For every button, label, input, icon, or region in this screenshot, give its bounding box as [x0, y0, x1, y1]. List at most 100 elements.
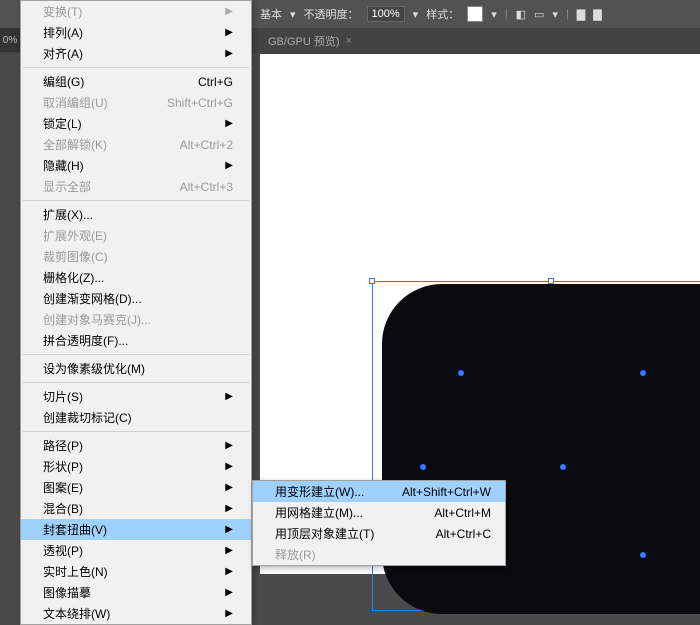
menu-item-label: 创建裁切标记(C) [43, 409, 132, 426]
menu-item-label: 创建渐变网格(D)... [43, 290, 142, 307]
menu-item-shortcut: Alt+Ctrl+2 [180, 138, 233, 152]
style-label: 样式： [426, 6, 459, 22]
menu-item-rasterize[interactable]: 栅格化(Z)... [21, 267, 251, 288]
menu-item-transform: 变换(T) ▶ [21, 1, 251, 22]
menu-item-label: 扩展外观(E) [43, 227, 107, 244]
tab-label: GB/GPU 预览) [268, 33, 340, 49]
menu-item-expand[interactable]: 扩展(X)... [21, 204, 251, 225]
menu-item-shortcut: Alt+Ctrl+3 [180, 180, 233, 194]
doc-setup-icon[interactable]: ▭ [534, 8, 544, 21]
submenu-item-make-with-mesh[interactable]: 用网格建立(M)... Alt+Ctrl+M [253, 502, 505, 523]
submenu-arrow-icon: ▶ [225, 482, 233, 493]
submenu-arrow-icon: ▶ [225, 440, 233, 451]
menu-item-label: 封套扭曲(V) [43, 521, 107, 538]
submenu-item-make-with-top[interactable]: 用顶层对象建立(T)Alt+Ctrl+C [253, 523, 505, 544]
menu-item-path[interactable]: 路径(P) ▶ [21, 435, 251, 456]
menu-divider [23, 200, 249, 201]
menu-item-lock[interactable]: 锁定(L) ▶ [21, 113, 251, 134]
envelope-distort-submenu[interactable]: 用变形建立(W)...Alt+Shift+Ctrl+W 用网格建立(M)... Al… [252, 480, 506, 566]
menu-item-hide[interactable]: 隐藏(H) ▶ [21, 155, 251, 176]
menu-item-shortcut: Alt+Ctrl+M [434, 506, 491, 520]
menu-divider [23, 382, 249, 383]
submenu-arrow-icon: ▶ [225, 6, 233, 17]
submenu-item-release: 释放(R) [253, 544, 505, 565]
anchor-point[interactable] [420, 464, 426, 470]
menu-item-unlock-all: 全部解锁(K)Alt+Ctrl+2 [21, 134, 251, 155]
align-left-icon[interactable]: ▇ [577, 8, 585, 21]
submenu-arrow-icon: ▶ [225, 545, 233, 556]
submenu-arrow-icon: ▶ [225, 160, 233, 171]
menu-item-label: 文本绕排(W) [43, 605, 110, 622]
menu-item-label: 锁定(L) [43, 115, 82, 132]
menu-item-label: 隐藏(H) [43, 157, 84, 174]
menu-item-group[interactable]: 编组(G)Ctrl+G [21, 71, 251, 92]
menu-item-label: 对齐(A) [43, 45, 83, 62]
anchor-point[interactable] [640, 370, 646, 376]
menu-item-slice[interactable]: 切片(S) ▶ [21, 386, 251, 407]
menu-item-perspective[interactable]: 透视(P) ▶ [21, 540, 251, 561]
menu-item-envelope-distort[interactable]: 封套扭曲(V) ▶ [21, 519, 251, 540]
dropdown-icon[interactable]: ▾ [413, 8, 419, 21]
menu-item-label: 设为像素级优化(M) [43, 360, 145, 377]
menu-item-shortcut: Shift+Ctrl+G [167, 96, 233, 110]
menu-item-shape[interactable]: 形状(P)▶ [21, 456, 251, 477]
menu-item-arrange[interactable]: 排列(A)▶ [21, 22, 251, 43]
style-swatch[interactable] [467, 6, 483, 22]
menu-item-pixel-perfect[interactable]: 设为像素级优化(M) [21, 358, 251, 379]
menu-item-label: 混合(B) [43, 500, 83, 517]
menu-item-label: 用网格建立(M)... [275, 504, 363, 521]
zoom-indicator: 0% [0, 28, 20, 52]
menu-item-label: 路径(P) [43, 437, 83, 454]
object-menu[interactable]: 变换(T)▶排列(A)▶对齐(A)▶编组(G)Ctrl+G取消编组(U)Shif… [20, 0, 252, 625]
anchor-point[interactable] [458, 370, 464, 376]
menu-item-label: 取消编组(U) [43, 94, 108, 111]
submenu-arrow-icon: ▶ [225, 461, 233, 472]
opacity-label: 不透明度： [304, 6, 359, 22]
menu-item-create-mosaic: 创建对象马赛克(J)... [21, 309, 251, 330]
anchor-point[interactable] [560, 464, 566, 470]
close-icon[interactable]: × [346, 35, 352, 47]
anchor-point[interactable] [640, 552, 646, 558]
opacity-value[interactable]: 100% [367, 6, 405, 22]
menu-item-align[interactable]: 对齐(A)▶ [21, 43, 251, 64]
menu-item-image-trace[interactable]: 图像描摹 ▶ [21, 582, 251, 603]
submenu-arrow-icon: ▶ [225, 524, 233, 535]
menu-item-crop-image: 裁剪图像(C) [21, 246, 251, 267]
menu-item-flatten-transparency[interactable]: 拼合透明度(F)... [21, 330, 251, 351]
selection-handle[interactable] [548, 278, 554, 284]
menu-item-live-paint[interactable]: 实时上色(N)▶ [21, 561, 251, 582]
submenu-arrow-icon: ▶ [225, 587, 233, 598]
menu-item-label: 切片(S) [43, 388, 83, 405]
align-icon[interactable]: ◧ [516, 8, 526, 21]
menu-divider [23, 431, 249, 432]
dropdown-icon[interactable]: ▾ [552, 8, 558, 21]
basic-label[interactable]: 基本 [260, 6, 282, 22]
menu-item-label: 透视(P) [43, 542, 83, 559]
menu-item-label: 图像描摹 [43, 584, 91, 601]
submenu-arrow-icon: ▶ [225, 118, 233, 129]
menu-item-label: 释放(R) [275, 546, 316, 563]
menu-item-label: 创建对象马赛克(J)... [43, 311, 151, 328]
align-center-icon[interactable]: ▇ [593, 8, 601, 21]
menu-divider [23, 67, 249, 68]
menu-item-label: 裁剪图像(C) [43, 248, 108, 265]
submenu-arrow-icon: ▶ [225, 503, 233, 514]
menu-item-label: 用顶层对象建立(T) [275, 525, 374, 542]
menu-item-ungroup: 取消编组(U) Shift+Ctrl+G [21, 92, 251, 113]
menu-item-create-gradient-mesh[interactable]: 创建渐变网格(D)... [21, 288, 251, 309]
menu-item-label: 变换(T) [43, 3, 82, 20]
menu-item-trim-marks[interactable]: 创建裁切标记(C) [21, 407, 251, 428]
dropdown-icon[interactable]: ▾ [290, 8, 296, 21]
dropdown-icon[interactable]: ▾ [491, 8, 497, 21]
submenu-item-make-with-warp[interactable]: 用变形建立(W)...Alt+Shift+Ctrl+W [253, 481, 505, 502]
menu-item-label: 栅格化(Z)... [43, 269, 104, 286]
menu-item-label: 拼合透明度(F)... [43, 332, 128, 349]
document-tab[interactable]: GB/GPU 预览) × [260, 29, 360, 53]
submenu-arrow-icon: ▶ [225, 566, 233, 577]
selection-handle[interactable] [369, 278, 375, 284]
menu-item-blend[interactable]: 混合(B) ▶ [21, 498, 251, 519]
submenu-arrow-icon: ▶ [225, 391, 233, 402]
menu-item-pattern[interactable]: 图案(E)▶ [21, 477, 251, 498]
menu-item-text-wrap[interactable]: 文本绕排(W)▶ [21, 603, 251, 624]
menu-item-label: 编组(G) [43, 73, 84, 90]
